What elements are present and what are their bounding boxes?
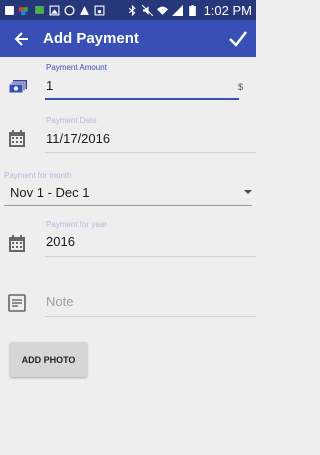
- signal-icon: [171, 4, 183, 16]
- battery-icon: [188, 4, 196, 16]
- chevron-down-icon: [244, 190, 252, 194]
- notification-icons: [4, 4, 105, 16]
- year-underline: [45, 256, 256, 257]
- calendar-icon: [9, 235, 25, 252]
- page-title: Add Payment: [43, 30, 139, 47]
- image-icon: [19, 6, 28, 15]
- status-time: 1:02 PM: [203, 2, 252, 18]
- status-bar: 1:02 PM: [0, 0, 256, 20]
- arrow-back-icon: [14, 31, 28, 46]
- year-label: Payment for year: [46, 220, 107, 229]
- note-underline: [45, 316, 256, 317]
- save-button[interactable]: [220, 20, 256, 57]
- note-input[interactable]: Note: [46, 294, 246, 312]
- warning-icon: [80, 5, 89, 15]
- mute-icon: [141, 4, 153, 16]
- chat-icon: [35, 5, 44, 14]
- amount-underline: [45, 98, 239, 100]
- currency-suffix: $: [238, 82, 244, 92]
- month-select[interactable]: Nov 1 - Dec 1: [10, 185, 250, 203]
- add-photo-button[interactable]: ADD PHOTO: [10, 342, 87, 377]
- date-label: Payment Date: [46, 116, 97, 125]
- image-icon: [49, 5, 60, 15]
- month-label: Payment for month: [4, 171, 72, 180]
- back-button[interactable]: [6, 20, 38, 57]
- music-icon: [94, 5, 105, 15]
- notification-icon: [5, 5, 14, 15]
- note-icon: [8, 294, 26, 312]
- calendar-icon: [9, 130, 25, 147]
- wifi-icon: [156, 6, 168, 15]
- money-icon: [8, 80, 27, 94]
- app-bar: Add Payment: [0, 20, 256, 57]
- year-field[interactable]: 2016: [46, 234, 246, 252]
- date-underline: [45, 152, 256, 153]
- date-field[interactable]: 11/17/2016: [46, 131, 246, 149]
- whatsapp-icon: [64, 4, 75, 16]
- check-icon: [229, 30, 247, 47]
- month-underline: [4, 205, 252, 206]
- amount-label: Payment Amount: [46, 63, 107, 72]
- system-icons: 1:02 PM: [127, 3, 252, 18]
- amount-input[interactable]: 1: [46, 78, 236, 96]
- bluetooth-icon: [128, 4, 136, 16]
